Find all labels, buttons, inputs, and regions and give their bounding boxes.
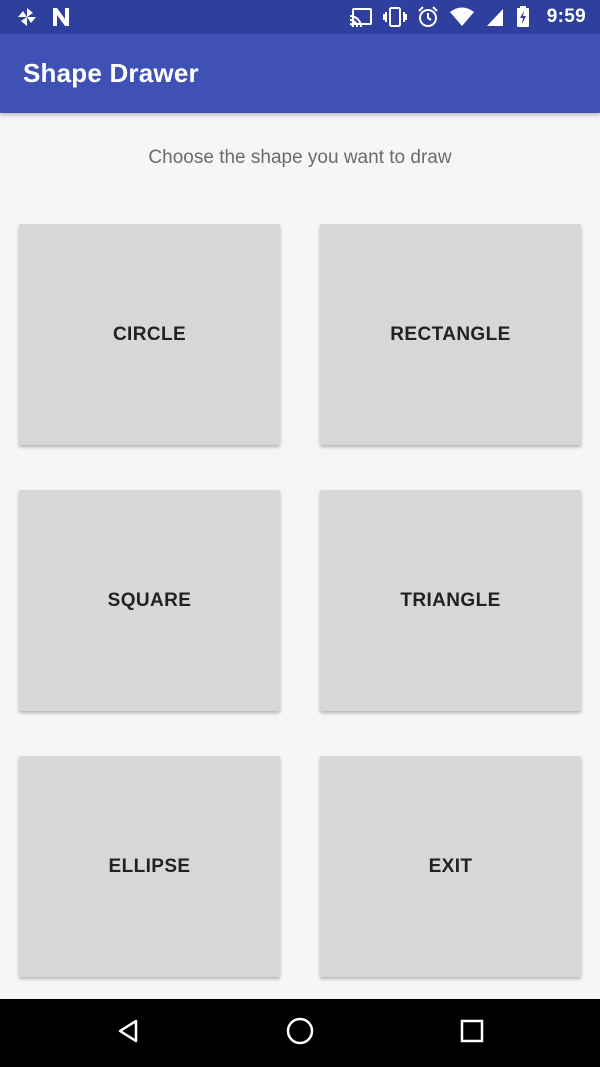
prompt-text: Choose the shape you want to draw xyxy=(148,147,452,168)
square-button[interactable]: SQUARE xyxy=(19,490,280,711)
exit-button[interactable]: EXIT xyxy=(320,756,581,977)
n-icon xyxy=(50,6,72,28)
recents-button[interactable] xyxy=(422,999,522,1067)
cellular-icon xyxy=(485,6,505,28)
triangle-button[interactable]: TRIANGLE xyxy=(320,490,581,711)
ellipse-button-label: ELLIPSE xyxy=(108,855,191,877)
status-bar: 9:59 xyxy=(0,0,600,34)
navigation-bar xyxy=(0,999,600,1067)
recents-icon xyxy=(459,1018,485,1049)
home-icon xyxy=(285,1016,315,1051)
rectangle-button-label: RECTANGLE xyxy=(390,323,511,345)
circle-button[interactable]: CIRCLE xyxy=(19,224,280,445)
triangle-button-label: TRIANGLE xyxy=(400,589,501,611)
vibrate-icon xyxy=(382,6,407,28)
main-content: Choose the shape you want to draw CIRCLE… xyxy=(0,113,600,999)
wifi-icon xyxy=(449,6,475,28)
back-icon xyxy=(114,1017,142,1050)
rectangle-button[interactable]: RECTANGLE xyxy=(320,224,581,445)
circle-button-label: CIRCLE xyxy=(112,323,187,345)
app-title: Shape Drawer xyxy=(23,58,199,88)
alarm-icon xyxy=(417,6,439,28)
cast-icon xyxy=(349,6,373,28)
battery-charging-icon xyxy=(515,6,531,28)
ellipse-button[interactable]: ELLIPSE xyxy=(19,756,280,977)
status-right: 9:59 xyxy=(349,6,586,28)
status-left xyxy=(16,6,72,28)
exit-button-label: EXIT xyxy=(428,855,473,877)
pinwheel-icon xyxy=(16,6,38,28)
status-time: 9:59 xyxy=(546,6,586,27)
square-button-label: SQUARE xyxy=(107,589,192,611)
app-bar: Shape Drawer xyxy=(0,34,600,113)
home-button[interactable] xyxy=(250,999,350,1067)
back-button[interactable] xyxy=(78,999,178,1067)
